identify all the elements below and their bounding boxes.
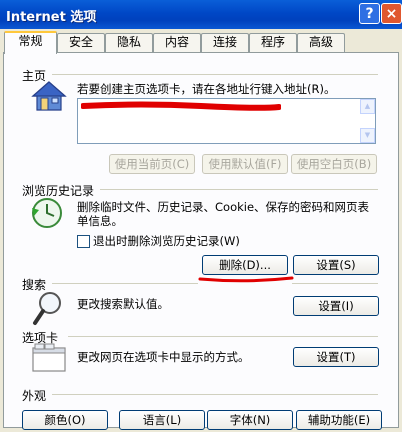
tab-privacy[interactable]: 隐私 <box>105 33 153 52</box>
history-settings-button[interactable]: 设置(S) <box>293 255 379 275</box>
homepage-description: 若要创建主页选项卡，请在各地址行键入地址(R)。 <box>77 82 336 96</box>
delete-on-exit-checkbox[interactable] <box>77 235 90 248</box>
tabs-window-icon <box>32 343 66 372</box>
scroll-down-icon[interactable]: ▼ <box>360 128 375 143</box>
history-clock-icon <box>32 198 62 228</box>
close-button[interactable]: × <box>381 3 402 24</box>
divider <box>292 283 378 284</box>
fonts-button[interactable]: 字体(N) <box>207 410 293 430</box>
scroll-up-icon[interactable]: ▲ <box>360 99 375 114</box>
help-button[interactable]: ? <box>359 3 380 24</box>
languages-button[interactable]: 语言(L) <box>119 410 205 430</box>
use-default-button[interactable]: 使用默认值(F) <box>202 154 288 174</box>
tab-connections[interactable]: 连接 <box>201 33 249 52</box>
tab-content[interactable]: 内容 <box>153 33 201 52</box>
title-bar: Internet 选项 ? × <box>0 0 402 29</box>
accessibility-button[interactable]: 辅助功能(E) <box>296 410 382 430</box>
window-title: Internet 选项 <box>6 10 97 25</box>
redaction-mark <box>81 101 281 111</box>
use-current-page-button[interactable]: 使用当前页(C) <box>109 154 195 174</box>
tab-security[interactable]: 安全 <box>57 33 105 52</box>
tab-general[interactable]: 常规 <box>4 31 57 54</box>
magnifier-icon <box>33 292 61 325</box>
use-blank-page-button[interactable]: 使用空白页(B) <box>291 154 377 174</box>
tab-bar: 常规 安全 隐私 内容 连接 程序 高级 <box>0 31 402 54</box>
divider <box>52 283 198 284</box>
history-description: 删除临时文件、历史记录、Cookie、保存的密码和网页表单信息。 <box>77 200 370 228</box>
appearance-heading: 外观 <box>22 389 47 403</box>
tab-programs[interactable]: 程序 <box>249 33 297 52</box>
divider <box>68 336 378 337</box>
delete-history-button[interactable]: 删除(D)... <box>202 255 288 275</box>
divider <box>52 74 378 75</box>
tab-advanced[interactable]: 高级 <box>297 33 345 52</box>
tabs-description: 更改网页在选项卡中显示的方式。 <box>77 350 250 364</box>
homepage-address-input[interactable]: ▲ ▼ <box>77 98 376 144</box>
delete-on-exit-label: 退出时删除浏览历史记录(W) <box>93 234 240 248</box>
tabs-settings-button[interactable]: 设置(T) <box>293 347 379 367</box>
search-settings-button[interactable]: 设置(I) <box>293 296 379 316</box>
divider <box>100 189 378 190</box>
divider <box>52 394 378 395</box>
house-icon <box>31 81 67 111</box>
search-description: 更改搜索默认值。 <box>77 297 169 311</box>
annotation-underline <box>198 276 294 283</box>
colors-button[interactable]: 颜色(O) <box>22 410 108 430</box>
